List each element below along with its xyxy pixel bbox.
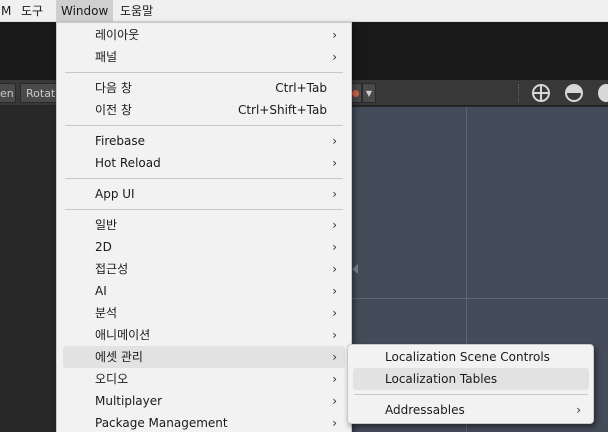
menu-item-layout[interactable]: 레이아웃 › [63,24,345,46]
menu-item-accessibility[interactable]: 접근성 › [63,258,345,280]
chevron-right-icon: › [332,262,337,276]
menu-item-animation[interactable]: 애니메이션 › [63,324,345,346]
chevron-right-icon: › [576,403,581,417]
chevron-right-icon: › [332,28,337,42]
chevron-right-icon: › [332,50,337,64]
submenu-item-label: Addressables [385,403,465,417]
menu-item-hot-reload[interactable]: Hot Reload › [63,152,345,174]
menubar: M 도구 Window 도움말 [0,0,608,22]
scene-gizmo-arrow-icon [352,264,358,274]
menu-item-shortcut: Ctrl+Tab [275,81,327,95]
globe-wireframe-icon[interactable] [532,84,550,102]
menu-item-multiplayer[interactable]: Multiplayer › [63,390,345,412]
menu-item-label: App UI [95,187,135,201]
menu-item-label: Hot Reload [95,156,161,170]
menubar-item-help[interactable]: 도움말 [115,0,158,22]
chevron-right-icon: › [332,218,337,232]
tool-button-en[interactable]: en [0,83,16,103]
menu-item-label: 2D [95,240,112,254]
tool-button-rotate[interactable]: Rotat [20,83,58,103]
globe-shaded-icon[interactable] [565,84,583,102]
menubar-item-m[interactable]: M [0,0,16,22]
chevron-right-icon: › [332,134,337,148]
submenu-item-localization-scene-controls[interactable]: Localization Scene Controls [353,346,589,368]
menu-item-label: 오디오 [95,372,129,386]
menu-item-asset-management[interactable]: 에셋 관리 › [63,346,345,368]
menu-item-label: Package Management [95,416,228,430]
menu-item-next-window[interactable]: 다음 창 Ctrl+Tab [63,77,345,99]
asset-management-submenu: Localization Scene Controls Localization… [347,344,594,424]
chevron-right-icon: › [332,416,337,430]
menu-item-label: AI [95,284,107,298]
chevron-right-icon: › [332,350,337,364]
chevron-down-icon[interactable]: ▼ [362,83,376,103]
window-menu: 레이아웃 › 패널 › 다음 창 Ctrl+Tab 이전 창 Ctrl+Shif… [56,22,352,432]
menu-item-label: 접근성 [95,262,129,276]
submenu-separator [354,394,588,395]
scene-grid-line [352,298,608,299]
menu-item-label: 일반 [95,218,118,232]
menubar-item-tools[interactable]: 도구 [16,0,48,22]
menu-item-analysis[interactable]: 분석 › [63,302,345,324]
submenu-item-addressables[interactable]: Addressables › [353,399,589,421]
menu-item-label: 에셋 관리 [95,350,143,364]
menu-item-label: 패널 [95,50,118,64]
menu-item-label: 레이아웃 [95,28,140,42]
menu-item-app-ui[interactable]: App UI › [63,183,345,205]
menu-item-label: 다음 창 [95,81,132,95]
globe-solid-icon[interactable] [598,84,608,102]
menubar-item-window[interactable]: Window [56,0,114,22]
menu-separator [65,72,343,73]
chevron-right-icon: › [332,372,337,386]
menu-item-package-management[interactable]: Package Management › [63,412,345,432]
chevron-right-icon: › [332,306,337,320]
menu-separator [65,125,343,126]
menu-item-firebase[interactable]: Firebase › [63,130,345,152]
menu-item-shortcut: Ctrl+Shift+Tab [237,103,327,117]
submenu-item-label: Localization Scene Controls [385,350,550,364]
menu-separator [65,209,343,210]
chevron-right-icon: › [332,394,337,408]
menu-item-previous-window[interactable]: 이전 창 Ctrl+Shift+Tab [63,99,345,121]
menu-item-label: 분석 [95,306,118,320]
menu-item-label: 이전 창 [95,103,132,117]
menu-item-panels[interactable]: 패널 › [63,46,345,68]
chevron-right-icon: › [332,284,337,298]
submenu-item-label: Localization Tables [385,372,498,386]
menu-item-label: Multiplayer [95,394,163,408]
chevron-right-icon: › [332,328,337,342]
chevron-right-icon: › [332,187,337,201]
submenu-item-localization-tables[interactable]: Localization Tables [353,368,589,390]
toolbar-separator [518,84,520,102]
menu-item-2d[interactable]: 2D › [63,236,345,258]
menu-item-audio[interactable]: 오디오 › [63,368,345,390]
menu-item-label: 애니메이션 [95,328,151,342]
menu-item-general[interactable]: 일반 › [63,214,345,236]
menu-separator [65,178,343,179]
chevron-right-icon: › [332,156,337,170]
menu-item-ai[interactable]: AI › [63,280,345,302]
chevron-right-icon: › [332,240,337,254]
menu-item-label: Firebase [95,134,146,148]
hierarchy-panel [0,107,56,432]
